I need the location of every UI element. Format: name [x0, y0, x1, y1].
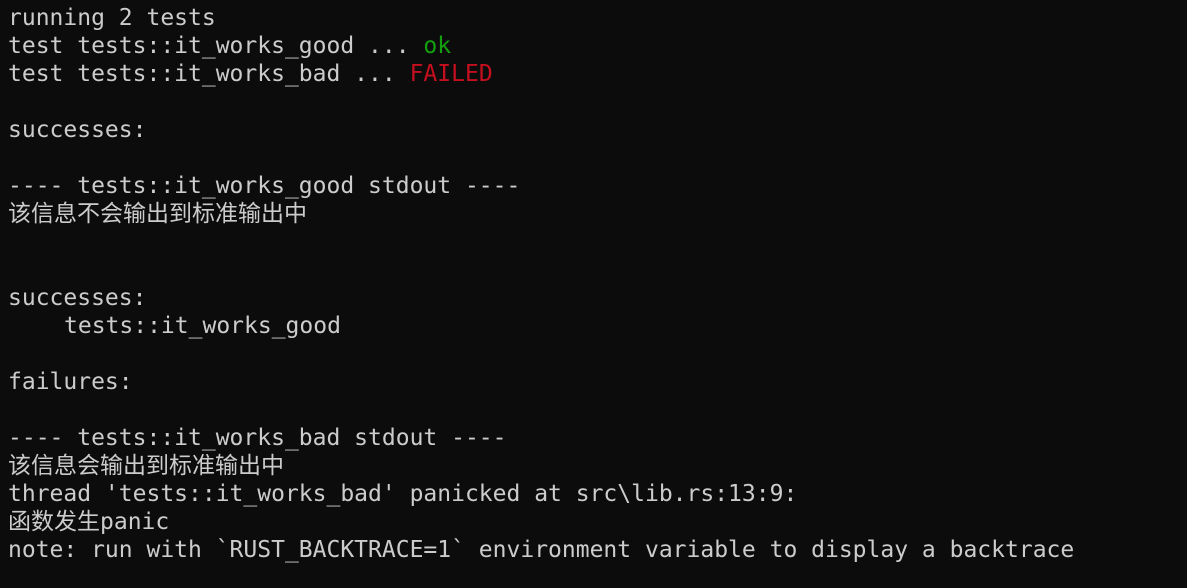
test-good-label: test tests::it_works_good ... — [8, 33, 424, 59]
bad-stdout-header: ---- tests::it_works_bad stdout ---- — [8, 425, 507, 451]
good-stdout-text: 该信息不会输出到标准输出中 — [8, 201, 307, 227]
test-result-bad: test tests::it_works_bad ... FAILED — [8, 60, 1187, 88]
good-stdout-header: ---- tests::it_works_good stdout ---- — [8, 173, 521, 199]
successes-summary-header: successes: — [8, 285, 147, 311]
failures-header: failures: — [8, 369, 133, 395]
terminal-window[interactable]: running 2 tests test tests::it_works_goo… — [0, 0, 1187, 588]
backtrace-note: note: run with `RUST_BACKTRACE=1` enviro… — [8, 537, 1075, 563]
panic-line: thread 'tests::it_works_bad' panicked at… — [8, 481, 798, 507]
test-bad-label: test tests::it_works_bad ... — [8, 61, 410, 87]
running-line: running 2 tests — [8, 5, 216, 31]
bad-stdout-text: 该信息会输出到标准输出中 — [8, 453, 284, 479]
status-ok: ok — [423, 33, 452, 59]
successes-header: successes: — [8, 117, 147, 143]
test-result-good: test tests::it_works_good ... ok — [8, 32, 1187, 60]
status-failed: FAILED — [409, 61, 493, 87]
successes-summary-item: tests::it_works_good — [64, 313, 341, 339]
panic-message: 函数发生panic — [8, 509, 170, 535]
